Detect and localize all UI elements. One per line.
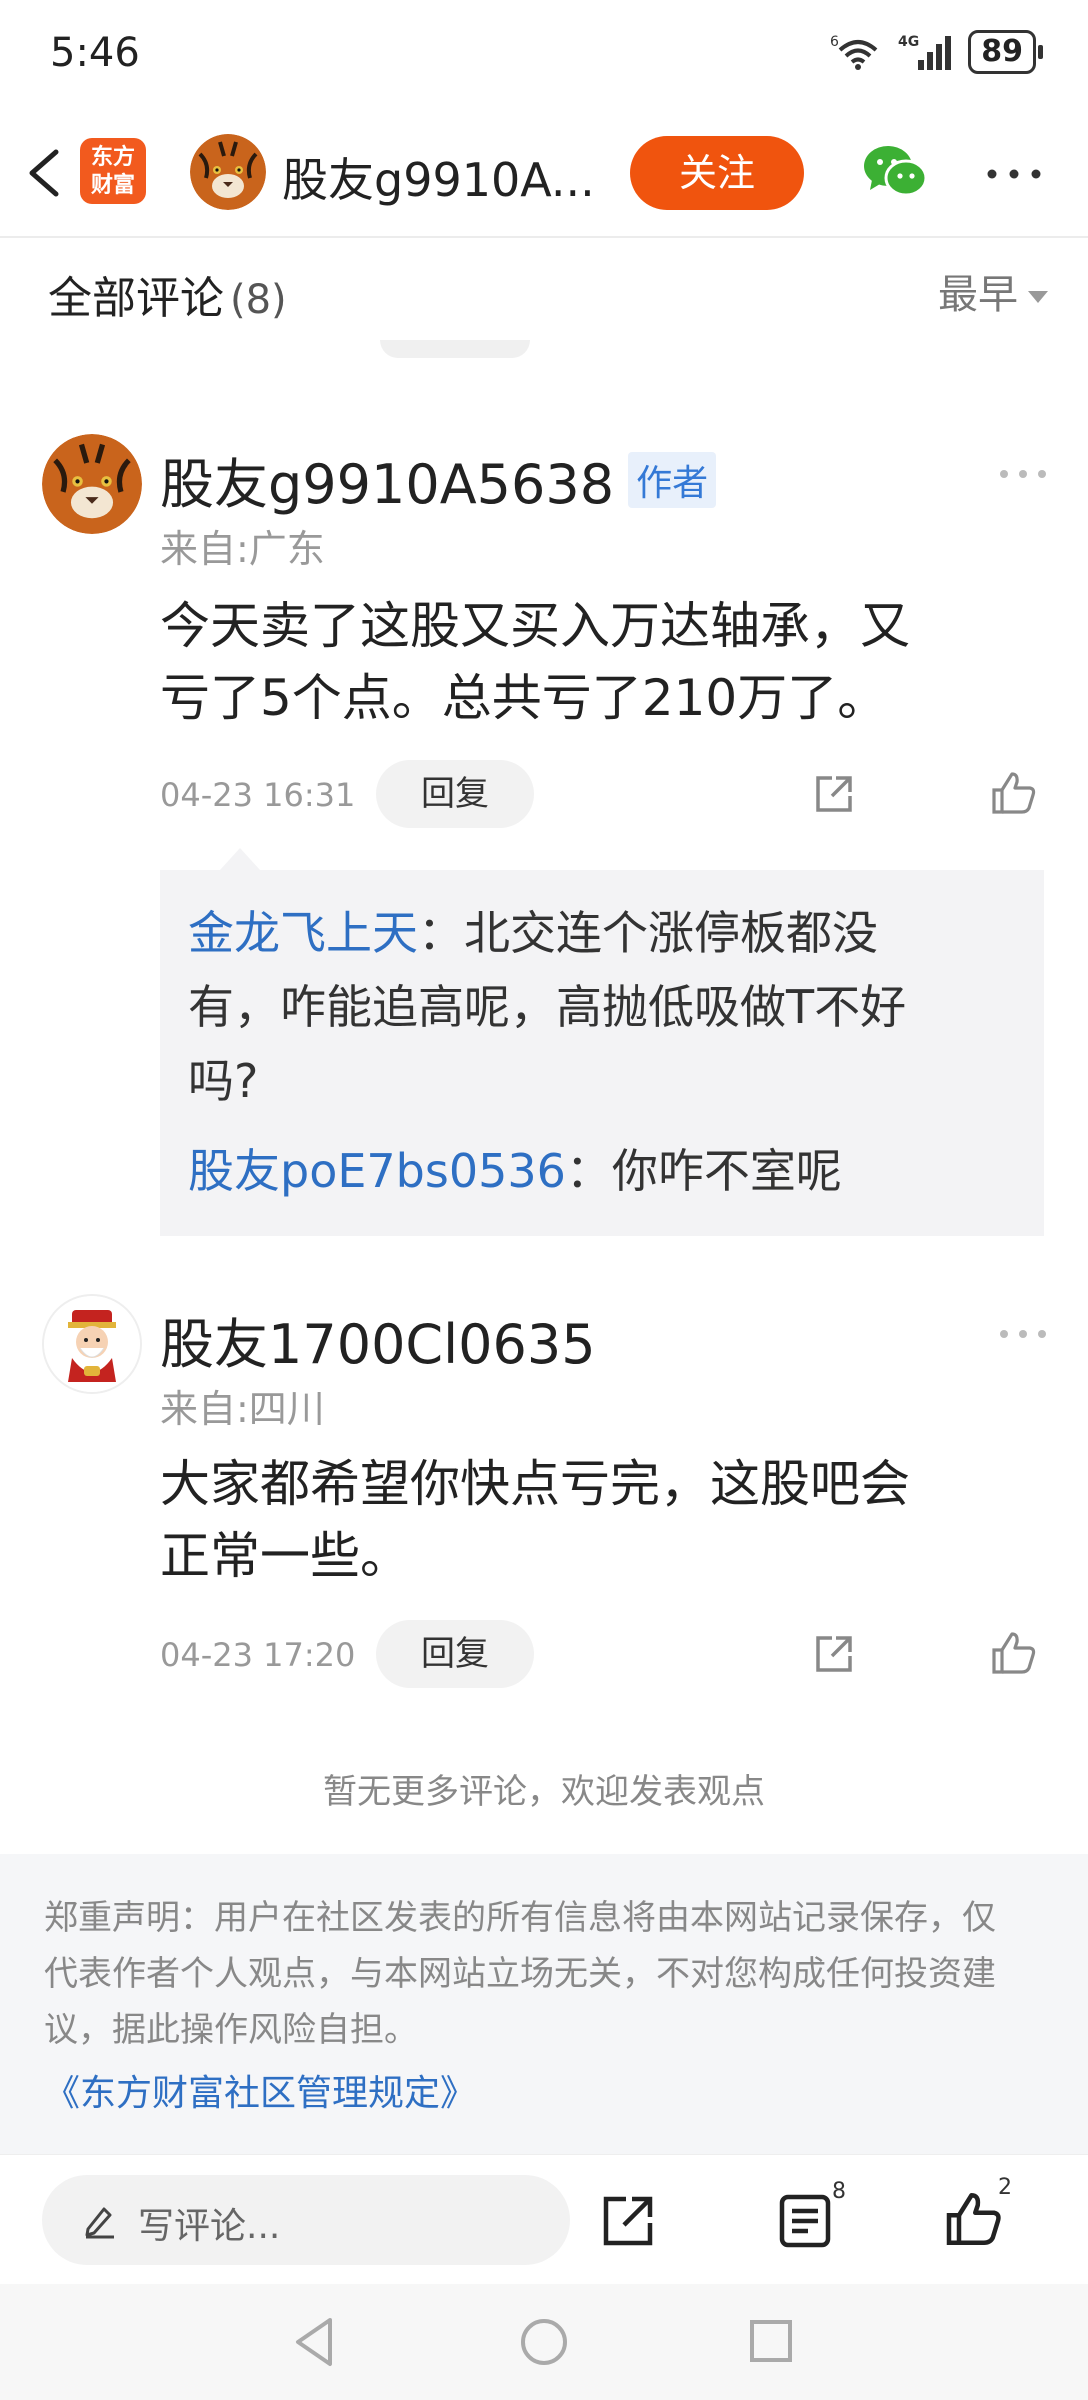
commenter-avatar[interactable] (42, 434, 142, 534)
share-icon (816, 776, 852, 812)
sort-dropdown[interactable]: 最早 (938, 262, 1048, 320)
reply-author[interactable]: 金龙飞上天 (188, 906, 418, 960)
commenter-name-text: 股友g9910A5638 (160, 453, 615, 516)
disclaimer-line: 郑重声明：用户在社区发表的所有信息将由本网站记录保存，仅 (44, 1898, 996, 1938)
commenter-name[interactable]: 股友1700Cl0635 (160, 1300, 596, 1379)
wechat-icon (864, 146, 928, 197)
share-icon (816, 1636, 852, 1672)
disclaimer-line: 议，据此操作风险自担。 (44, 2010, 418, 2050)
like-button[interactable] (990, 770, 1038, 816)
thumbs-up-icon (992, 772, 1036, 814)
commenter-location: 来自:广东 (160, 527, 325, 571)
comments-count: (8) (230, 277, 287, 323)
thumbs-up-icon (946, 2193, 1001, 2245)
disclaimer-section: 郑重声明：用户在社区发表的所有信息将由本网站记录保存，仅 代表作者个人观点，与本… (0, 1854, 1088, 2154)
wifi-icon: 6 (830, 34, 878, 70)
write-comment-placeholder: 写评论... (138, 2206, 281, 2247)
author-avatar[interactable] (190, 134, 266, 210)
disclaimer-text: 郑重声明：用户在社区发表的所有信息将由本网站记录保存，仅 代表作者个人观点，与本… (44, 1890, 1044, 2058)
reply-separator: ： (418, 906, 464, 960)
fortune-god-avatar-icon (44, 1296, 140, 1392)
reply-text: 北交连个涨停板都没 (464, 906, 878, 960)
comment-list-icon (779, 2194, 831, 2248)
bottom-action-bar: 写评论... 8 2 (0, 2154, 1088, 2284)
reply-author[interactable]: 股友poE7bs0536 (188, 1144, 566, 1198)
svg-text:6: 6 (830, 34, 839, 50)
reply-text: 吗? (188, 1054, 259, 1108)
share-button[interactable] (812, 1632, 856, 1676)
nav-recents-button[interactable] (748, 2318, 794, 2364)
comment-text: 大家都希望你快点亏完，这股吧会 正常一些。 (160, 1448, 1040, 1592)
commenter-location: 来自:四川 (160, 1387, 325, 1431)
reply-item[interactable]: 股友poE7bs0536：你咋不室呢 (188, 1134, 1028, 1208)
logo-line2: 财富 (90, 173, 135, 198)
reply-button[interactable]: 回复 (376, 760, 534, 828)
reply-text: 有，咋能追高呢，高抛低吸做T不好 (188, 980, 907, 1034)
reply-item[interactable]: 金龙飞上天：北交连个涨停板都没 有，咋能追高呢，高抛低吸做T不好 吗? (188, 896, 1028, 1118)
comments-button[interactable]: 8 (778, 2179, 846, 2249)
more-options-button[interactable] (984, 164, 1044, 184)
tiger-avatar-icon (190, 134, 266, 210)
commenter-avatar[interactable] (42, 1294, 142, 1394)
like-button[interactable] (990, 1630, 1038, 1676)
status-icons: 6 4G 89 (830, 30, 1043, 74)
comment-time: 04-23 17:20 (160, 1636, 356, 1674)
author-badge: 作者 (628, 452, 717, 508)
header-username[interactable]: 股友g9910A... (282, 144, 595, 210)
wechat-share-button[interactable] (862, 142, 928, 202)
signal-icon: 4G (898, 34, 952, 70)
square-recents-icon (750, 2320, 792, 2362)
status-time: 5:46 (50, 30, 140, 76)
triangle-back-icon (296, 2318, 332, 2366)
comment-text-line: 今天卖了这股又买入万达轴承，又 (160, 597, 910, 655)
sort-label: 最早 (938, 272, 1018, 318)
back-arrow-icon (29, 149, 59, 197)
nav-home-button[interactable] (518, 2316, 570, 2368)
replies-box: 金龙飞上天：北交连个涨停板都没 有，咋能追高呢，高抛低吸做T不好 吗? 股友po… (160, 848, 1044, 1236)
comment-more-button[interactable] (998, 466, 1048, 480)
share-button[interactable] (812, 772, 856, 816)
reply-text: 你咋不室呢 (611, 1144, 842, 1198)
no-more-comments: 暂无更多评论，欢迎发表观点 (323, 1772, 765, 1812)
logo-line1: 东方 (90, 145, 135, 170)
post-header: 东方 财富 股友g9910A... 关注 (0, 110, 1088, 238)
like-count-badge: 2 (998, 2175, 1012, 2200)
comment-time: 04-23 16:31 (160, 776, 356, 814)
comment-count-badge: 8 (832, 2179, 846, 2204)
more-dots-icon (1000, 470, 1046, 478)
partial-reply-button (380, 340, 530, 358)
share-post-button[interactable] (600, 2193, 656, 2249)
write-comment-input[interactable]: 写评论... (42, 2175, 570, 2265)
comment-more-button[interactable] (998, 1326, 1048, 1340)
battery-indicator: 89 (968, 30, 1043, 74)
reply-button[interactable]: 回复 (376, 1620, 534, 1688)
disclaimer-line: 代表作者个人观点，与本网站立场无关，不对您构成任何投资建 (44, 1954, 996, 1994)
more-dots-icon (987, 169, 1041, 179)
pencil-icon (85, 2207, 114, 2239)
comment-text: 今天卖了这股又买入万达轴承，又 亏了5个点。总共亏了210万了。 (160, 590, 1040, 734)
reply-separator: ： (565, 1144, 612, 1198)
status-bar: 5:46 6 4G 89 (0, 0, 1088, 110)
system-navigation-bar (0, 2284, 1088, 2400)
dropdown-caret-icon (1028, 291, 1048, 303)
svg-text:4G: 4G (898, 34, 919, 50)
commenter-name[interactable]: 股友g9910A5638 作者 (160, 440, 717, 519)
tiger-avatar-icon (42, 434, 142, 534)
thumbs-up-icon (992, 1632, 1036, 1674)
comments-title: 全部评论 (8) (48, 262, 287, 326)
follow-button[interactable]: 关注 (630, 136, 804, 210)
comment-text-line: 亏了5个点。总共亏了210万了。 (160, 669, 888, 727)
comment-text-line: 正常一些。 (160, 1527, 410, 1585)
community-rules-link[interactable]: 《东方财富社区管理规定》 (44, 2066, 1044, 2122)
comment-text-line: 大家都希望你快点亏完，这股吧会 (160, 1455, 910, 1513)
like-post-button[interactable]: 2 (944, 2175, 1012, 2249)
nav-back-button[interactable] (290, 2314, 340, 2370)
circle-home-icon (521, 2319, 567, 2365)
app-logo[interactable]: 东方 财富 (80, 138, 146, 204)
back-button[interactable] (18, 140, 78, 206)
more-dots-icon (1000, 1330, 1046, 1338)
comments-title-text: 全部评论 (48, 273, 224, 324)
share-icon (603, 2196, 653, 2246)
